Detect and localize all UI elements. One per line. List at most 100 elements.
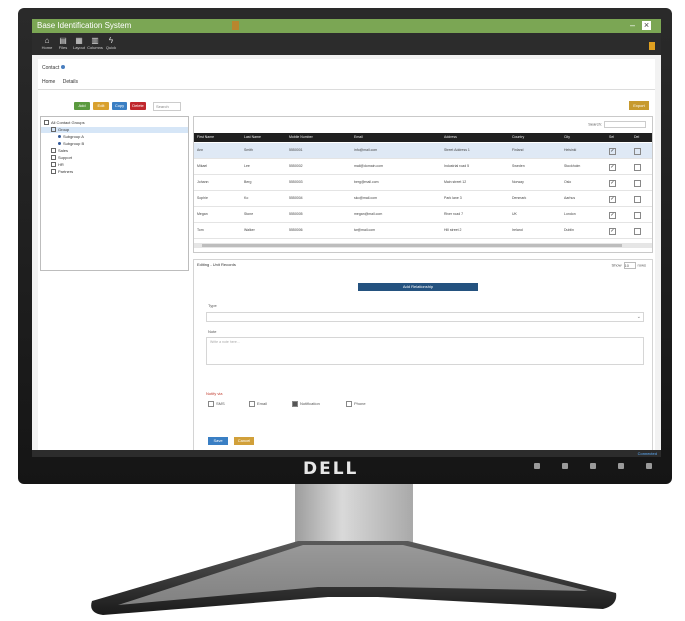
monitor-button[interactable] (534, 463, 540, 469)
column-header[interactable]: Address (444, 133, 457, 142)
monitor-button[interactable] (590, 463, 596, 469)
table-row[interactable]: Sophie Ko 5550004 sko@mail.com Park lane 3 De… (194, 191, 652, 207)
table-row[interactable]: Ann Smith 5550001 info@mail.com Street Addre… (194, 143, 652, 159)
table-cell: Norway (512, 180, 524, 184)
export-button[interactable]: Export (629, 101, 649, 110)
column-header[interactable]: First Name (197, 133, 214, 142)
tree-node[interactable]: Subgroup B (58, 141, 84, 147)
select-checkbox[interactable]: ✓ (609, 228, 616, 235)
table-cell: Ann (197, 148, 204, 152)
add-relationship-button[interactable]: Add Relationship (358, 283, 478, 291)
table-row[interactable]: Johann Berg 5550003 berg@mail.com Main stree… (194, 175, 652, 191)
table-cell: Helsinki (564, 148, 577, 152)
notify-option[interactable]: Email (249, 401, 267, 407)
expand-icon (51, 148, 56, 154)
minimize-icon[interactable]: – (628, 21, 637, 30)
title-bar: Base Identification System – × (32, 19, 661, 33)
tree-node[interactable]: Support (51, 155, 72, 161)
tree-node[interactable]: All Contact Groups (44, 120, 85, 126)
notify-option[interactable]: SMS (208, 401, 225, 407)
tree-node-label: Subgroup B (63, 141, 85, 146)
table-cell: Finland (512, 148, 524, 152)
editor-panel: Editing - Unit Records Show 10 rows Add Re… (193, 259, 653, 457)
column-header[interactable]: Sel (609, 133, 614, 142)
delete-checkbox[interactable] (634, 180, 641, 187)
copy-button[interactable]: Copy (112, 102, 127, 110)
column-header[interactable]: Last Name (244, 133, 261, 142)
select-checkbox[interactable]: ✓ (609, 180, 616, 187)
toolbar-button-quick[interactable]: ϟ Quick (100, 36, 122, 54)
tree-node-label: Partners (58, 169, 74, 174)
option-checkbox[interactable] (208, 401, 214, 407)
chevron-down-icon: ⌄ (636, 314, 641, 320)
close-icon[interactable]: × (642, 21, 651, 30)
tree-node[interactable]: Subgroup A (58, 134, 84, 140)
monitor-stand-base (91, 541, 617, 615)
breadcrumb-label[interactable]: Contact (42, 65, 59, 71)
type-select[interactable]: ⌄ (206, 312, 644, 322)
bullet-icon (58, 142, 61, 146)
delete-checkbox[interactable] (634, 164, 641, 171)
delete-button[interactable]: Delete (130, 102, 146, 110)
table-row[interactable]: Tom Walker 5550006 tw@mail.com Hill street 2… (194, 223, 652, 239)
select-checkbox[interactable]: ✓ (609, 148, 616, 155)
notify-option[interactable]: Phone (346, 401, 366, 407)
table-cell: 5550003 (289, 180, 303, 184)
select-checkbox[interactable]: ✓ (609, 212, 616, 219)
table-cell: Johann (197, 180, 209, 184)
notify-option[interactable]: Notification (292, 401, 320, 407)
table-cell: 5550006 (289, 228, 303, 232)
grid-search-input[interactable] (604, 121, 646, 128)
tree-node[interactable]: Group (51, 127, 69, 133)
column-header[interactable]: Email (354, 133, 363, 142)
expand-icon (51, 169, 56, 175)
screen: Base Identification System – × ⌂ Home ▤ Fil… (32, 19, 661, 457)
monitor-button[interactable] (618, 463, 624, 469)
type-label: Type (208, 303, 217, 308)
table-cell: sko@mail.com (354, 196, 378, 200)
table-cell: Sophie (197, 196, 208, 200)
column-header[interactable]: City (564, 133, 570, 142)
monitor-button[interactable] (562, 463, 568, 469)
select-checkbox[interactable]: ✓ (609, 164, 616, 171)
action-search-input[interactable]: Search (153, 102, 181, 111)
option-checkbox[interactable] (292, 401, 298, 407)
table-cell: tw@mail.com (354, 228, 376, 232)
table-row[interactable]: Mikael Lee 5550002 mail@domain.com Industria… (194, 159, 652, 175)
grid-scrollbar[interactable] (194, 243, 652, 248)
page-size-suffix: rows (637, 262, 646, 268)
add-button[interactable]: Add (74, 102, 90, 110)
table-row[interactable]: Megan Stone 5550005 megan@mail.com River roa… (194, 207, 652, 223)
page-size-select[interactable]: 10 (623, 262, 636, 269)
delete-checkbox[interactable] (634, 228, 641, 235)
edit-button[interactable]: Edit (93, 102, 109, 110)
group-tree: All Contact Groups Group Subgroup A Subgrou… (40, 116, 189, 271)
note-textarea[interactable]: Write a note here... (206, 337, 644, 365)
select-checkbox[interactable]: ✓ (609, 196, 616, 203)
tree-node[interactable]: Sales (51, 148, 68, 154)
scrollbar-thumb[interactable] (202, 244, 622, 247)
tab-home[interactable]: Home (42, 79, 55, 85)
tree-node[interactable]: Partners (51, 169, 73, 175)
delete-checkbox[interactable] (634, 148, 641, 155)
column-header[interactable]: Del (634, 133, 639, 142)
table-cell: Lee (244, 164, 250, 168)
status-text: Connected (637, 451, 657, 456)
column-header[interactable]: Country (512, 133, 524, 142)
tab-details[interactable]: Details (63, 79, 78, 85)
column-header[interactable]: Mobile Number (289, 133, 313, 142)
delete-checkbox[interactable] (634, 212, 641, 219)
delete-checkbox[interactable] (634, 196, 641, 203)
table-cell: Hill street 2 (444, 228, 462, 232)
option-checkbox[interactable] (249, 401, 255, 407)
table-cell: Oslo (564, 180, 572, 184)
option-checkbox[interactable] (346, 401, 352, 407)
option-label: SMS (216, 401, 225, 407)
table-cell: River road 7 (444, 212, 464, 216)
save-button[interactable]: Save (208, 437, 228, 445)
cancel-button[interactable]: Cancel (234, 437, 254, 445)
table-cell: London (564, 212, 576, 216)
monitor-power-button[interactable] (646, 463, 652, 469)
tree-node[interactable]: HR (51, 162, 64, 168)
notification-icon[interactable] (649, 42, 655, 50)
